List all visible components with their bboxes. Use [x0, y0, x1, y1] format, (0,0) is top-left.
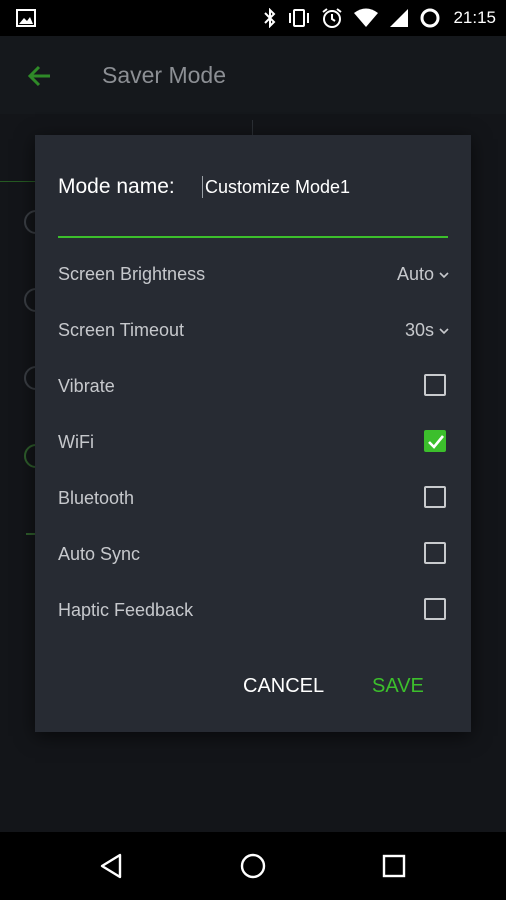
signal-icon [390, 9, 409, 27]
setting-row-bluetooth: Bluetooth [58, 482, 450, 518]
background-tab-indicator [0, 181, 38, 182]
setting-row-wifi: WiFi [58, 426, 450, 462]
home-icon[interactable] [239, 852, 267, 880]
setting-label: Auto Sync [58, 544, 141, 564]
status-time: 21:15 [453, 8, 496, 27]
customize-mode-dialog: Mode name: Customize Mode1 Screen Bright… [35, 135, 471, 732]
mode-name-input[interactable]: Customize Mode1 [202, 176, 350, 198]
setting-label: Screen Brightness [58, 264, 206, 284]
mode-name-label: Mode name: [58, 175, 175, 198]
setting-row-screen-brightness: Screen Brightness Auto [58, 258, 450, 294]
status-bar: 21:15 [0, 0, 506, 36]
back-arrow-icon[interactable] [26, 62, 54, 90]
image-icon [16, 9, 36, 27]
dropdown-value: 30s [404, 320, 434, 340]
wifi-checkbox[interactable] [424, 430, 446, 452]
back-icon[interactable] [98, 852, 126, 880]
setting-label: Haptic Feedback [58, 600, 194, 620]
auto-sync-checkbox[interactable] [424, 542, 446, 564]
status-icons: 21:15 [263, 0, 506, 36]
dropdown-value: Auto [396, 264, 434, 284]
dialog-actions: CANCEL SAVE [35, 675, 471, 703]
recents-icon[interactable] [380, 852, 408, 880]
save-button[interactable]: SAVE [372, 675, 424, 698]
vibrate-checkbox[interactable] [424, 374, 446, 396]
setting-row-haptic-feedback: Haptic Feedback [58, 594, 450, 630]
setting-label: WiFi [58, 432, 94, 452]
brightness-dropdown[interactable]: Auto [397, 264, 450, 285]
setting-label: Screen Timeout [58, 320, 185, 340]
vibrate-icon [289, 9, 310, 27]
setting-label: Vibrate [58, 376, 115, 396]
chevron-down-icon [439, 271, 449, 278]
setting-label: Bluetooth [58, 488, 135, 508]
bluetooth-checkbox[interactable] [424, 486, 446, 508]
timeout-dropdown[interactable]: 30s [405, 320, 450, 341]
setting-row-screen-timeout: Screen Timeout 30s [58, 314, 450, 350]
app-bar: Saver Mode [0, 36, 506, 114]
setting-row-vibrate: Vibrate [58, 370, 450, 406]
wifi-icon [354, 8, 379, 27]
navigation-bar [0, 832, 506, 900]
mode-name-underline [58, 236, 448, 238]
cancel-button[interactable]: CANCEL [243, 675, 324, 698]
haptic-feedback-checkbox[interactable] [424, 598, 446, 620]
app-title: Saver Mode [102, 62, 227, 88]
battery-icon [420, 8, 440, 28]
bluetooth-icon [264, 8, 276, 28]
checkmark-icon [428, 435, 445, 449]
chevron-down-icon [439, 327, 449, 334]
alarm-icon [322, 8, 343, 28]
setting-row-auto-sync: Auto Sync [58, 538, 450, 574]
